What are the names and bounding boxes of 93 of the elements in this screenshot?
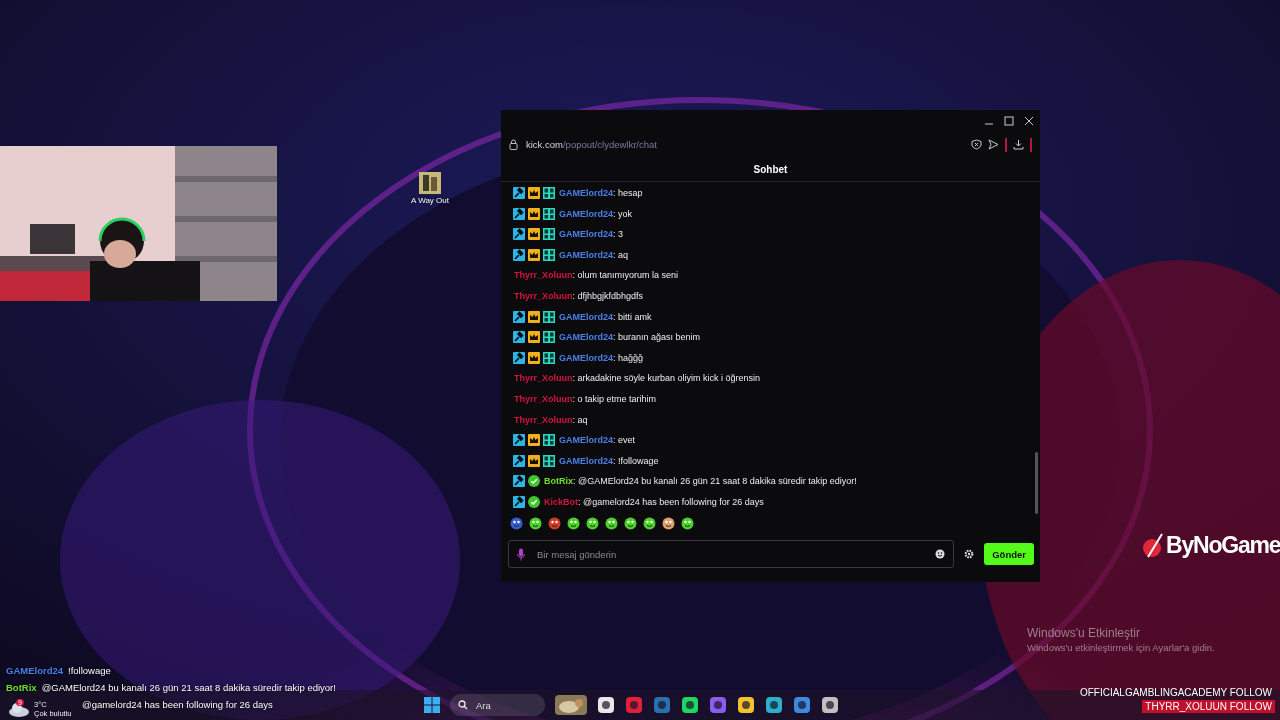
message-box[interactable]: Bir mesaj gönderin	[508, 540, 955, 569]
chat-message: GAMElord24: !followage	[559, 455, 659, 466]
activation-text: Windows'u etkinleştirmek için Ayarlar'a gidin.	[1027, 642, 1215, 653]
chat-message: GAMElord24: 3	[559, 229, 624, 240]
badge-icon	[543, 351, 555, 364]
emote-icon[interactable]	[643, 516, 656, 530]
emote-icon[interactable]	[529, 516, 542, 530]
crown-icon	[528, 434, 540, 447]
crown-icon	[528, 187, 540, 200]
hammer-icon	[513, 187, 525, 200]
app-icon[interactable]	[737, 696, 755, 714]
chat-message: Thyrr_Xoluun: olum tanımıyorum la seni	[514, 270, 679, 281]
chat-message: GAMElord24: haǧǧǧ	[559, 352, 644, 363]
emote-icon[interactable]	[681, 516, 694, 530]
badge-icon	[543, 228, 555, 241]
app-icon[interactable]	[821, 696, 839, 714]
chat-message: GAMElord24: evet	[559, 435, 636, 446]
badge-icon	[543, 310, 555, 323]
activation-title: Windows'u Etkinleştir	[1027, 626, 1141, 640]
badge-icon	[543, 331, 555, 344]
emote-icon[interactable]	[567, 516, 580, 530]
shield-icon[interactable]	[971, 139, 982, 151]
close-icon[interactable]	[1024, 115, 1034, 126]
maximize-icon[interactable]	[1004, 115, 1014, 126]
hammer-icon	[513, 351, 525, 364]
emote-icon[interactable]	[510, 516, 523, 530]
hammer-icon	[513, 228, 525, 241]
hammer-icon	[513, 310, 525, 323]
icon-label: A Way Out	[411, 196, 449, 205]
logo-text: ByNoGame	[1166, 532, 1280, 559]
badge-icon	[543, 207, 555, 220]
chat-message: GAMElord24: yok	[559, 208, 633, 219]
overlay-chat-message: GAMElord24 !followage	[6, 664, 111, 678]
send-button[interactable]: Gönder	[984, 543, 1034, 566]
address-text[interactable]: kick.com/popout/clydewlkr/chat	[526, 139, 963, 151]
badge-icon	[543, 187, 555, 200]
hammer-icon	[513, 207, 525, 220]
lock-icon	[509, 139, 518, 151]
send-icon[interactable]	[988, 139, 999, 151]
crown-icon	[528, 207, 540, 220]
crown-icon	[528, 351, 540, 364]
badge-icon	[543, 454, 555, 467]
overlay-chat-message: BotRix @GAMElord24 bu kanalı 26 gün 21 saat 8 dakika süredir takip ediyor!	[6, 681, 336, 695]
chat-message: GAMElord24: bitti amk	[559, 311, 652, 322]
app-icon[interactable]	[597, 696, 615, 714]
emote-icon[interactable]	[624, 516, 637, 530]
follow-alert-text: THYRR_XOLUUN FOLLOW	[1142, 700, 1275, 713]
badge-icon	[543, 434, 555, 447]
crown-icon	[528, 310, 540, 323]
chat-message: BotRix: @GAMElord24 bu kanalı 26 gün 21 saat 8 dakika süredir takip ediyor!	[544, 476, 857, 487]
emote-icon[interactable]	[586, 516, 599, 530]
chat-message: Thyrr_Xoluun: o takip etme tarihim	[514, 393, 657, 404]
microphone-icon[interactable]	[517, 547, 525, 561]
chat-message: Thyrr_Xoluun: dfjhbgjkfdbhgdfs	[514, 291, 644, 301]
feather-logo-icon	[1142, 532, 1164, 559]
hammer-icon	[513, 475, 525, 488]
search-box[interactable]: Ara	[450, 694, 545, 716]
chat-message: Thyrr_Xoluun: aq	[514, 414, 588, 425]
crown-icon	[528, 331, 540, 344]
crown-icon	[528, 228, 540, 241]
verified-icon	[528, 475, 540, 488]
chat-message: GAMElord24: hesap	[559, 188, 643, 199]
hammer-icon	[513, 454, 525, 467]
verified-icon	[528, 495, 540, 508]
hammer-icon	[513, 248, 525, 261]
chat-title: Sohbet	[753, 163, 788, 175]
emote-icon[interactable]	[548, 516, 561, 530]
search-icon	[458, 700, 468, 710]
message-input[interactable]: Bir mesaj gönderin	[535, 547, 926, 561]
hammer-icon	[513, 434, 525, 447]
chat-message: Thyrr_Xoluun: arkadakine söyle kurban oliyim kick i öğrensin	[514, 373, 761, 384]
chat-message: GAMElord24: aq	[559, 249, 629, 260]
cloud-icon[interactable]	[8, 701, 30, 717]
settings-icon[interactable]	[964, 549, 975, 560]
search-field[interactable]: Ara	[474, 698, 518, 712]
follow-alert-text: OFFICIALGAMBLINGACADEMY FOLLOW	[1078, 686, 1273, 699]
game-icon[interactable]	[419, 172, 441, 194]
download-icon[interactable]	[1013, 139, 1024, 151]
hammer-icon	[513, 331, 525, 344]
emoji-icon[interactable]	[935, 549, 946, 560]
badge-icon	[543, 248, 555, 261]
windows-start-icon[interactable]	[424, 697, 440, 713]
app-icon[interactable]	[765, 696, 783, 714]
hammer-icon	[513, 495, 525, 508]
scrollbar-thumb[interactable]	[1035, 451, 1038, 514]
app-icon[interactable]	[681, 696, 699, 714]
chat-message: GAMElord24: buranın ağası benim	[559, 332, 701, 343]
crown-icon	[528, 248, 540, 261]
overlay-chat-message: @gamelord24 has been following for 26 days	[82, 698, 273, 712]
crown-icon	[528, 454, 540, 467]
emote-icon[interactable]	[605, 516, 618, 530]
chat-message: KickBot: @gamelord24 has been following for 26 days	[544, 496, 764, 507]
emote-icon[interactable]	[662, 516, 675, 530]
